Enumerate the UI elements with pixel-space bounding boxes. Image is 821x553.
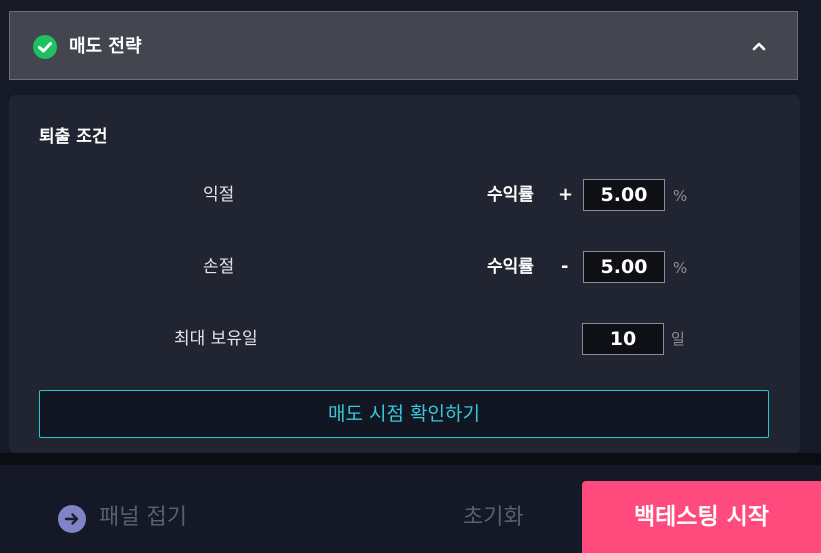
take-profit-sign: + [558,184,574,205]
max-holding-unit: 일 [671,330,685,348]
max-holding-input[interactable] [582,323,664,355]
confirm-sell-timing-button[interactable]: 매도 시점 확인하기 [39,390,769,438]
take-profit-input[interactable] [583,179,665,211]
stop-loss-label: 손절 [203,257,235,277]
divider [0,453,821,465]
chevron-up-icon[interactable] [751,38,767,54]
check-circle-icon [33,35,57,59]
take-profit-unit: % [673,187,688,205]
stop-loss-unit: % [673,259,688,277]
start-backtest-button[interactable]: 백테스팅 시작 [582,481,821,553]
section-title: 퇴출 조건 [39,127,108,147]
max-holding-label: 최대 보유일 [174,329,258,349]
take-profit-metric: 수익률 [487,185,534,205]
stop-loss-sign: - [561,256,569,277]
reset-button[interactable]: 초기화 [463,502,524,534]
collapse-panel-label: 패널 접기 [99,505,187,530]
footer-bar: 패널 접기 초기화 백테스팅 시작 [0,465,821,553]
take-profit-label: 익절 [203,185,235,205]
exit-conditions-panel: 퇴출 조건 익절 수익률 + % 손절 수익률 - % 최대 보유일 일 매도 … [9,95,800,453]
sell-strategy-header[interactable]: 매도 전략 [9,11,798,80]
stop-loss-input[interactable] [583,251,665,283]
header-title: 매도 전략 [69,36,142,57]
arrow-right-icon [58,505,86,533]
stop-loss-metric: 수익률 [487,257,534,277]
